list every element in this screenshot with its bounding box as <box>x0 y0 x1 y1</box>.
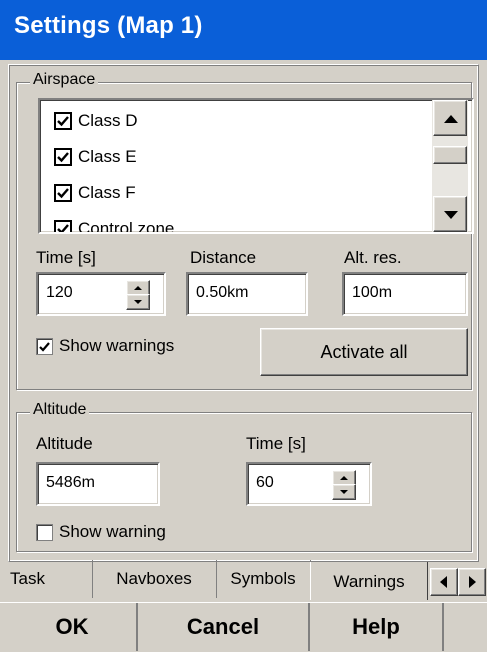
spin-up-icon <box>134 286 142 290</box>
airspace-time-field[interactable]: 120 <box>36 272 166 316</box>
checkmark-icon <box>57 188 69 199</box>
help-button[interactable]: Help <box>310 603 444 651</box>
checkbox-icon <box>36 337 53 355</box>
altitude-time-value: 60 <box>256 474 274 491</box>
spin-down-icon <box>134 300 142 304</box>
alt-res-label: Alt. res. <box>344 248 402 267</box>
tab-task[interactable]: Task <box>8 560 93 598</box>
tab-scroll-left-button[interactable] <box>430 568 458 596</box>
tab-symbols-label: Symbols <box>230 569 296 588</box>
tab-symbols[interactable]: Symbols <box>216 560 311 598</box>
checkmark-icon <box>57 224 69 232</box>
distance-label: Distance <box>190 248 257 267</box>
scroll-up-button[interactable] <box>433 100 467 136</box>
cancel-label: Cancel <box>186 614 260 639</box>
airspace-time-label: Time [s] <box>36 248 96 267</box>
airspace-class-item[interactable]: Class E <box>54 142 137 172</box>
spin-down-icon <box>340 490 348 494</box>
distance-value: 0.50km <box>196 284 249 301</box>
title-bar: Settings (Map 1) <box>0 0 487 60</box>
spin-up-icon <box>340 476 348 480</box>
altitude-time-field[interactable]: 60 <box>246 462 372 506</box>
airspace-class-label: Class F <box>78 183 136 202</box>
list-scrollbar[interactable] <box>432 100 468 232</box>
spin-down-button[interactable] <box>332 484 356 500</box>
tab-task-label: Task <box>10 569 45 588</box>
airspace-class-label: Class E <box>78 147 137 166</box>
airspace-class-label: Class D <box>78 111 138 130</box>
checkbox-icon <box>36 523 53 541</box>
arrow-right-icon <box>469 576 476 588</box>
arrow-up-icon <box>444 115 458 123</box>
arrow-down-icon <box>444 211 458 219</box>
show-warning-checkbox[interactable]: Show warning <box>36 522 166 542</box>
alt-res-field[interactable]: 100m <box>342 272 468 316</box>
airspace-class-label: Control zone <box>78 219 175 234</box>
altitude-field[interactable]: 5486m <box>36 462 160 506</box>
window-title: Settings (Map 1) <box>14 12 203 39</box>
altitude-label: Altitude <box>36 434 93 453</box>
scroll-down-button[interactable] <box>433 196 467 232</box>
show-warnings-checkbox[interactable]: Show warnings <box>36 336 174 356</box>
activate-all-button[interactable]: Activate all <box>260 328 468 376</box>
tab-warnings-label: Warnings <box>333 572 405 591</box>
tab-navboxes[interactable]: Navboxes <box>92 560 217 598</box>
checkmark-icon <box>39 341 50 352</box>
checkbox-icon <box>54 148 72 166</box>
spin-down-button[interactable] <box>126 294 150 310</box>
cancel-button[interactable]: Cancel <box>138 603 310 651</box>
show-warnings-label: Show warnings <box>59 336 175 355</box>
checkmark-icon <box>57 152 69 163</box>
scroll-thumb[interactable] <box>433 146 467 164</box>
altitude-time-spinner[interactable] <box>332 470 356 500</box>
altitude-time-label: Time [s] <box>246 434 306 453</box>
tab-warnings[interactable]: Warnings <box>310 562 428 600</box>
checkbox-icon <box>54 184 72 202</box>
settings-client-area: Airspace Class D Class E Class F Control zo… <box>0 60 487 652</box>
distance-field[interactable]: 0.50km <box>186 272 308 316</box>
alt-res-value: 100m <box>352 284 393 301</box>
altitude-group-label: Altitude <box>30 401 90 419</box>
altitude-value: 5486m <box>46 474 95 491</box>
checkbox-icon <box>54 220 72 232</box>
arrow-left-icon <box>440 576 447 588</box>
tab-navboxes-label: Navboxes <box>116 569 192 588</box>
airspace-class-item[interactable]: Control zone <box>54 214 175 234</box>
checkbox-icon <box>54 112 72 130</box>
airspace-time-value: 120 <box>46 284 73 301</box>
ok-label: OK <box>55 614 89 639</box>
show-warning-label: Show warning <box>59 522 166 541</box>
ok-button[interactable]: OK <box>8 603 138 651</box>
airspace-class-item[interactable]: Class D <box>54 106 138 136</box>
airspace-group-label: Airspace <box>30 71 99 89</box>
tab-strip: Task Navboxes Symbols Warnings <box>0 560 487 600</box>
airspace-time-spinner[interactable] <box>126 280 150 310</box>
activate-all-label: Activate all <box>320 342 408 362</box>
airspace-class-item[interactable]: Class F <box>54 178 136 208</box>
tab-scroll-right-button[interactable] <box>458 568 486 596</box>
checkmark-icon <box>57 116 69 127</box>
help-label: Help <box>352 614 400 639</box>
bottom-button-bar: OK Cancel Help <box>0 602 487 652</box>
airspace-class-list[interactable]: Class D Class E Class F Control zone <box>38 98 474 234</box>
